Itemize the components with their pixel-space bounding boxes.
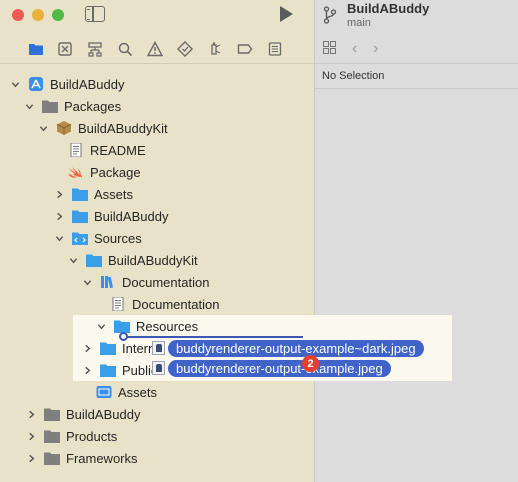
tree-row-project[interactable]: BuildABuddy [10,74,124,94]
tree-label: BuildABuddyKit [78,120,168,136]
drag-count-badge: 2 [302,355,319,372]
image-thumbnail-icon [152,341,165,355]
dragged-file-label: buddyrenderer-output-example~dark.jpeg [168,340,424,357]
grid-icon[interactable] [323,41,336,54]
tree-row-sources-kit[interactable]: BuildABuddyKit [68,250,198,270]
document-icon [110,297,126,311]
branch-icon [323,6,337,24]
test-icon[interactable] [176,40,194,58]
tree-label: Intern [122,340,156,356]
tree-row-buildabuddy-group[interactable]: BuildABuddy [26,404,140,424]
folder-icon [42,99,58,113]
source-control-icon[interactable] [56,40,74,58]
tree-label: BuildABuddy [50,76,125,92]
document-icon [68,143,84,157]
tree-label: Frameworks [66,450,138,466]
tree-row-frameworks[interactable]: Frameworks [26,448,138,468]
chevron-right-icon[interactable] [26,431,36,441]
no-selection-label: No Selection [322,70,385,82]
tree-label: BuildABuddyKit [108,252,198,268]
sidebar-toggle-icon[interactable] [85,6,105,22]
dragged-file-label: buddyrenderer-output-example.jpeg [168,360,391,377]
tree-label: BuildABuddy [66,406,141,422]
debug-icon[interactable] [206,40,224,58]
run-play-icon[interactable] [280,6,293,22]
chevron-right-icon[interactable] [54,211,64,221]
tree-label: BuildABuddy [94,208,169,224]
tree-row-public[interactable]: Public [82,360,157,380]
swift-icon [68,165,84,179]
source-folder-icon [72,231,88,245]
chevron-right-icon[interactable] [82,343,92,353]
folder-icon [44,407,60,421]
editor-toolbar [314,36,518,62]
docc-catalog-icon [100,275,116,289]
chevron-right-icon[interactable]: › [373,40,378,58]
tree-row-readme[interactable]: README [68,140,146,160]
warning-icon[interactable] [146,40,164,58]
tree-row-internal[interactable]: Intern [82,338,155,358]
chevron-right-icon[interactable] [82,365,92,375]
tree-row-kit-package[interactable]: BuildABuddyKit [38,118,168,138]
tree-row-assets-catalog[interactable]: Assets [96,382,157,402]
tree-label: Resources [136,318,199,334]
folder-icon [86,253,102,267]
folder-icon [44,451,60,465]
editor-header-divider [314,88,518,89]
tree-label: Package [90,164,141,180]
project-title: BuildABuddy [347,1,430,16]
branch-name: main [347,17,371,29]
drop-insertion-marker [119,332,128,341]
search-icon[interactable] [116,40,134,58]
tree-label: README [90,142,146,158]
tree-row-packages[interactable]: Packages [24,96,121,116]
folder-icon [44,429,60,443]
chevron-down-icon[interactable] [96,321,106,331]
folder-icon [100,341,116,355]
chevron-left-icon[interactable]: ‹ [352,40,357,58]
asset-catalog-icon [96,385,112,399]
drop-insertion-line [123,336,303,338]
folder-icon [72,187,88,201]
chevron-down-icon[interactable] [38,123,48,133]
zoom-window-button[interactable] [52,9,64,21]
folder-icon [114,319,130,333]
tree-label: Products [66,428,118,444]
image-thumbnail-icon [152,361,165,375]
toolbar-divider [0,63,314,64]
chevron-down-icon[interactable] [10,79,20,89]
tree-label: Documentation [132,296,220,312]
tree-label: Documentation [122,274,210,290]
tree-label: Assets [118,384,158,400]
app-project-icon [28,77,44,91]
tree-row-products[interactable]: Products [26,426,117,446]
hierarchy-icon[interactable] [86,40,104,58]
close-window-button[interactable] [12,9,24,21]
tree-row-documentation[interactable]: Documentation [82,272,209,292]
tree-label: Packages [64,98,122,114]
report-icon[interactable] [266,40,284,58]
editor-toolbar-divider [314,63,518,64]
breakpoint-icon[interactable] [236,40,254,58]
tree-label: Assets [94,186,134,202]
chevron-right-icon[interactable] [54,189,64,199]
tree-row-sources[interactable]: Sources [54,228,142,248]
folder-icon [100,363,116,377]
tree-label: Sources [94,230,142,246]
folder-icon[interactable] [27,40,45,58]
tree-row-package-swift[interactable]: Package [68,162,141,182]
chevron-right-icon[interactable] [26,453,36,463]
tree-row-buildabuddy-folder[interactable]: BuildABuddy [54,206,168,226]
tree-row-documentation-file[interactable]: Documentation [110,294,219,314]
tree-row-resources[interactable]: Resources [96,316,198,336]
chevron-down-icon[interactable] [24,101,34,111]
chevron-down-icon[interactable] [54,233,64,243]
minimize-window-button[interactable] [32,9,44,21]
chevron-right-icon[interactable] [26,409,36,419]
package-icon [56,121,72,135]
folder-icon [72,209,88,223]
tree-row-assets[interactable]: Assets [54,184,133,204]
chevron-down-icon[interactable] [82,277,92,287]
chevron-down-icon[interactable] [68,255,78,265]
